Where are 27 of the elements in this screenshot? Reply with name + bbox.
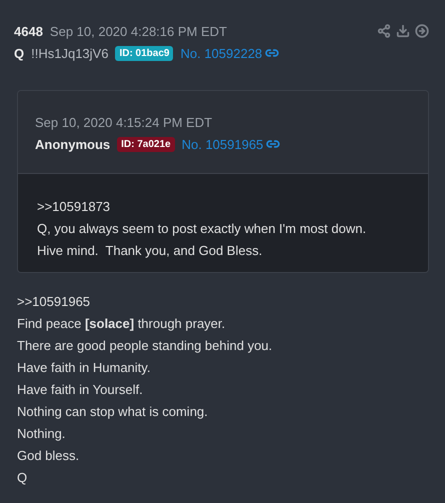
post-text-line: >>10591965 (17, 293, 92, 311)
post-text-line: Have faith in Yourself. (17, 381, 144, 399)
tripcode: !!Hs1Jq13jV6 (31, 46, 108, 60)
id-tag: ID: 7a021e (117, 136, 175, 152)
arrow-circle-icon[interactable] (415, 24, 429, 38)
id-tag: ID: 01bac9 (115, 46, 174, 60)
download-icon[interactable] (396, 24, 410, 38)
post-text-line: God bless. (17, 447, 80, 465)
post-text-line: There are good people standing behind you. (17, 337, 274, 355)
post-text-line: Q (17, 469, 28, 487)
quote-text-line: Hive mind. Thank you, and God Bless. (37, 242, 264, 260)
post-date: Sep 10, 2020 4:28:16 PM EDT (50, 24, 227, 38)
link-icon (265, 46, 280, 60)
post-number-link[interactable]: No. 10592228 (180, 46, 280, 60)
post-text-line: Nothing. (17, 425, 66, 443)
post-number-link[interactable]: No. 10591965 (182, 136, 280, 152)
quote-text-line: >>10591873 (37, 198, 112, 216)
author-name: Anonymous (35, 136, 110, 152)
post-text-line: Have faith in Humanity. (17, 359, 152, 377)
share-icon[interactable] (377, 24, 391, 38)
author-name: Q (14, 46, 24, 60)
quote-date: Sep 10, 2020 4:15:24 PM EDT (35, 114, 212, 130)
post-text-line: Nothing can stop what is coming. (17, 403, 209, 421)
post-count: 4648 (14, 24, 43, 38)
link-icon (266, 137, 280, 151)
post-text-line: Find peace [solace] through prayer. (17, 315, 226, 333)
quote-text-line: Q, you always seem to post exactly when I'm most down. (37, 220, 368, 238)
